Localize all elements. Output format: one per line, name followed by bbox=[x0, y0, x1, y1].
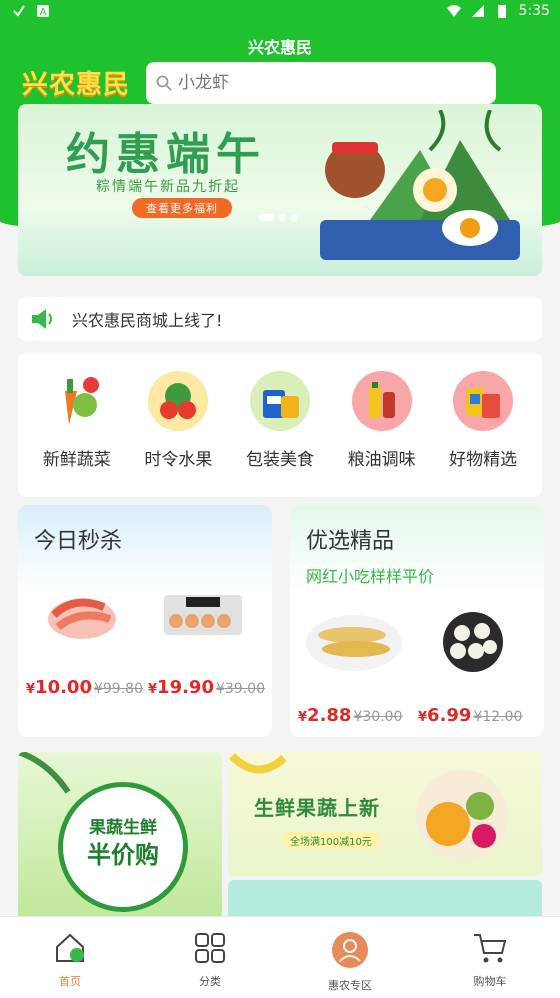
tab-label: 分类 bbox=[199, 975, 221, 988]
signal-icon bbox=[471, 5, 484, 17]
original-price: ¥99.80 bbox=[93, 681, 143, 697]
banner-dot bbox=[258, 214, 274, 221]
banner-pagination bbox=[258, 214, 298, 221]
new-produce-promo[interactable]: 生鲜果蔬上新 全场满100减10元 bbox=[228, 752, 542, 876]
flash-sale-title: 今日秒杀 bbox=[34, 529, 123, 554]
product-price: ¥2.88 ¥30.00 bbox=[298, 705, 402, 726]
product-price: ¥6.99 ¥12.00 bbox=[418, 705, 522, 726]
tab-cart[interactable]: 购物车 bbox=[420, 917, 560, 998]
currency-symbol: ¥ bbox=[418, 710, 428, 725]
tab-category[interactable]: 分类 bbox=[140, 917, 280, 998]
wifi-icon bbox=[446, 5, 461, 17]
grain-oil-icon bbox=[351, 371, 412, 431]
currency-symbol: ¥ bbox=[26, 682, 36, 697]
category-label: 包装美食 bbox=[245, 450, 314, 470]
promo-banner[interactable]: 约惠端午 粽情端午新品九折起 查看更多福利 bbox=[18, 104, 542, 276]
fruit-icon bbox=[148, 371, 209, 431]
current-price: 19.90 bbox=[157, 677, 214, 698]
vegetables-icon bbox=[46, 371, 107, 431]
home-icon bbox=[56, 933, 84, 962]
eggs-product-image[interactable] bbox=[162, 589, 244, 639]
fish-product-image[interactable] bbox=[304, 605, 404, 675]
app-title: 兴农惠民 bbox=[247, 38, 312, 57]
status-time: 5:35 bbox=[518, 3, 550, 19]
selected-goods-icon bbox=[453, 371, 514, 431]
category-vegetables[interactable]: 新鲜蔬菜 bbox=[29, 371, 125, 497]
search-icon bbox=[156, 75, 172, 91]
featured-card[interactable]: 优选精品 网红小吃样样平价 ¥2.88 ¥30.00 ¥6.99 ¥12.00 bbox=[290, 505, 544, 737]
battery-icon bbox=[497, 5, 506, 18]
featured-title: 优选精品 bbox=[306, 529, 395, 554]
bottom-tab-bar: 首页 分类 惠农专区 购物车 bbox=[0, 916, 560, 998]
search-bar[interactable] bbox=[146, 62, 496, 104]
banner-dot bbox=[291, 214, 298, 221]
banner-more-button[interactable]: 查看更多福利 bbox=[132, 198, 232, 218]
speaker-icon bbox=[32, 309, 52, 329]
product-price: ¥19.90 ¥39.00 bbox=[148, 677, 265, 698]
fruit-bowl-illustration bbox=[416, 770, 508, 862]
promo-tag: 全场满100减10元 bbox=[282, 832, 380, 849]
zongzi-illustration bbox=[320, 110, 520, 260]
banner-dot bbox=[279, 214, 286, 221]
category-label: 粮油调味 bbox=[347, 450, 416, 470]
banner-subtitle: 粽情端午新品九折起 bbox=[96, 179, 240, 195]
category-packaged-food[interactable]: 包装美食 bbox=[232, 371, 328, 497]
hui-nong-icon bbox=[332, 932, 368, 968]
banner-title: 约惠端午 bbox=[66, 129, 266, 180]
current-price: 10.00 bbox=[35, 677, 92, 698]
current-price: 2.88 bbox=[307, 705, 352, 726]
original-price: ¥12.00 bbox=[473, 709, 523, 725]
half-price-promo[interactable]: 果蔬生鲜 半价购 bbox=[18, 752, 222, 922]
app-notification-icon: A bbox=[37, 5, 49, 18]
original-price: ¥39.00 bbox=[215, 681, 265, 697]
svg-text:A: A bbox=[40, 7, 47, 18]
promo-title: 生鲜果蔬上新 bbox=[254, 796, 380, 820]
tab-home[interactable]: 首页 bbox=[0, 917, 140, 998]
grid-icon bbox=[195, 933, 225, 963]
currency-symbol: ¥ bbox=[298, 710, 308, 725]
check-notification-icon bbox=[13, 5, 25, 17]
palm-leaf-decoration bbox=[18, 752, 71, 794]
category-grid: 新鲜蔬菜 时令水果 包装美食 粮油调味 好物精选 bbox=[18, 353, 542, 497]
category-selected-goods[interactable]: 好物精选 bbox=[435, 371, 531, 497]
tab-hui-nong[interactable]: 惠农专区 bbox=[280, 917, 420, 998]
status-bar: A 5:35 bbox=[0, 0, 560, 26]
promo-badge: 果蔬生鲜 半价购 bbox=[58, 782, 188, 912]
search-input[interactable] bbox=[178, 73, 478, 93]
tab-label: 惠农专区 bbox=[328, 979, 372, 992]
category-label: 新鲜蔬菜 bbox=[42, 450, 111, 470]
product-price: ¥10.00 ¥99.80 bbox=[26, 677, 143, 698]
cart-icon bbox=[474, 934, 507, 963]
category-grain-oil[interactable]: 粮油调味 bbox=[334, 371, 430, 497]
category-fruit[interactable]: 时令水果 bbox=[130, 371, 226, 497]
current-price: 6.99 bbox=[427, 705, 472, 726]
original-price: ¥30.00 bbox=[353, 709, 403, 725]
banana-decoration bbox=[229, 753, 287, 774]
featured-subtitle: 网红小吃样样平价 bbox=[306, 567, 435, 586]
category-label: 好物精选 bbox=[449, 450, 518, 470]
notice-text: 兴农惠民商城上线了! bbox=[72, 311, 223, 330]
currency-symbol: ¥ bbox=[148, 682, 158, 697]
tab-label: 首页 bbox=[59, 975, 81, 988]
shrimp-product-image[interactable] bbox=[44, 585, 120, 645]
packaged-food-icon bbox=[249, 371, 310, 431]
flash-sale-card[interactable]: 今日秒杀 ¥10.00 ¥99.80 ¥19.90 ¥39.00 bbox=[18, 505, 272, 737]
scallops-product-image[interactable] bbox=[440, 611, 506, 673]
app-logo: 兴农惠民 bbox=[22, 70, 131, 100]
promo-line2: 半价购 bbox=[87, 841, 159, 869]
tab-label: 购物车 bbox=[473, 975, 507, 988]
category-label: 时令水果 bbox=[144, 450, 213, 470]
notice-bar[interactable]: 兴农惠民商城上线了! bbox=[18, 297, 542, 341]
